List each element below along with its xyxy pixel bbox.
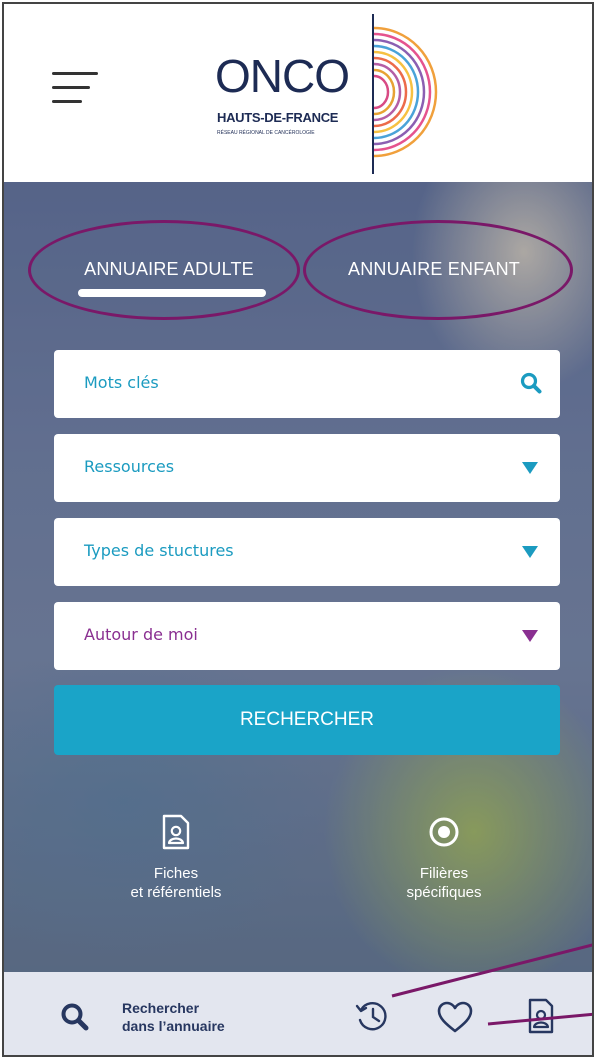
autour-de-moi-label: Autour de moi <box>84 625 198 644</box>
chevron-down-icon <box>522 462 538 474</box>
rechercher-button[interactable]: RECHERCHER <box>54 685 560 755</box>
tab-annuaire-adulte[interactable]: ANNUAIRE ADULTE <box>74 259 264 280</box>
target-icon <box>429 817 459 847</box>
autour-de-moi-select[interactable]: Autour de moi <box>54 602 560 670</box>
keywords-placeholder: Mots clés <box>84 373 159 392</box>
quick-link-fiches[interactable]: Fiches et référentiels <box>76 814 276 902</box>
history-icon[interactable] <box>354 998 390 1034</box>
logo-tagline: RÉSEAU RÉGIONAL DE CANCÉROLOGIE <box>217 130 315 136</box>
search-icon[interactable] <box>60 1002 90 1032</box>
active-tab-indicator <box>78 289 266 297</box>
quick-link-fiches-line1: Fiches <box>153 865 199 882</box>
types-structures-select[interactable]: Types de stuctures <box>54 518 560 586</box>
quick-link-filieres-line1: Filières <box>419 865 469 882</box>
hero-section: ANNUAIRE ADULTE ANNUAIRE ENFANT Mots clé… <box>4 182 592 972</box>
chevron-down-icon <box>522 546 538 558</box>
chevron-down-icon <box>522 630 538 642</box>
app-frame: ONCO HAUTS-DE-FRANCE RÉSEAU RÉGIONAL DE … <box>2 2 594 1057</box>
heart-icon[interactable] <box>436 1000 474 1034</box>
quick-link-filieres-line2: spécifiques <box>406 884 482 901</box>
quick-link-filieres[interactable]: Filières spécifiques <box>344 814 544 902</box>
logo-subtitle: HAUTS-DE-FRANCE <box>217 110 339 125</box>
app-header: ONCO HAUTS-DE-FRANCE RÉSEAU RÉGIONAL DE … <box>4 4 592 182</box>
keywords-search-input[interactable]: Mots clés <box>54 350 560 418</box>
quick-link-fiches-line2: et référentiels <box>130 884 222 901</box>
bottom-search-label[interactable]: Rechercher dans l’annuaire <box>122 999 225 1035</box>
hamburger-menu-button[interactable] <box>52 70 98 106</box>
search-icon[interactable] <box>520 372 542 394</box>
file-user-icon[interactable] <box>527 998 555 1034</box>
bottom-navigation-bar: Rechercher dans l’annuaire <box>4 972 592 1055</box>
logo-word: ONCO <box>215 50 350 102</box>
ressources-label: Ressources <box>84 457 175 476</box>
logo-circles-icon <box>374 26 438 158</box>
file-user-icon <box>162 814 190 850</box>
ressources-select[interactable]: Ressources <box>54 434 560 502</box>
types-structures-label: Types de stuctures <box>84 541 234 560</box>
bottom-search-line1: Rechercher <box>122 1000 200 1016</box>
bottom-search-line2: dans l’annuaire <box>122 1018 225 1034</box>
onco-logo: ONCO HAUTS-DE-FRANCE RÉSEAU RÉGIONAL DE … <box>209 14 449 174</box>
tab-annuaire-enfant[interactable]: ANNUAIRE ENFANT <box>334 259 534 280</box>
